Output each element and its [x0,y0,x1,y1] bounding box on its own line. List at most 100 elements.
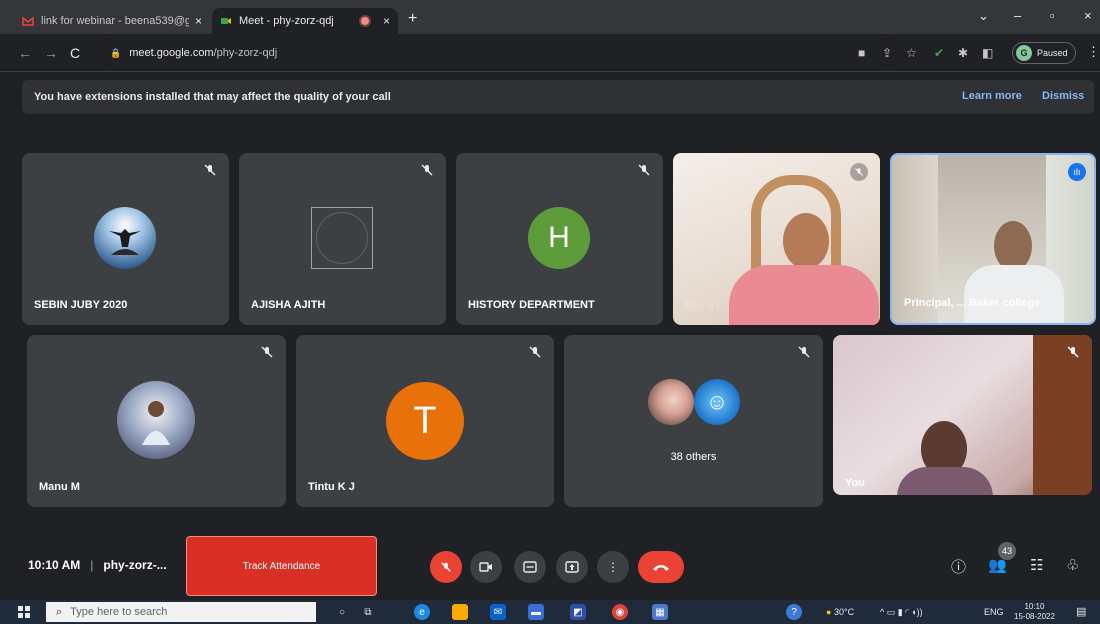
present-screen-button[interactable] [556,551,588,583]
others-tile[interactable]: ☺ 38 others [564,335,823,507]
speaking-indicator-icon: ılı [1068,163,1086,181]
address-bar[interactable]: 🔒 meet.google.com /phy-zorz-qdj [98,39,898,67]
leave-call-button[interactable] [638,551,684,583]
taskbar-search-input[interactable]: ⌕ Type here to search [46,602,316,622]
extensions-puzzle-icon[interactable]: ✱ [958,46,968,60]
participant-shirt [729,265,879,325]
avatar [316,212,368,264]
participant-tile[interactable]: SEBIN JUBY 2020 [22,153,229,325]
tab-close-icon[interactable]: × [195,14,202,28]
smiley-avatar-icon: ☺ [694,379,740,425]
mic-off-icon [797,345,811,359]
mic-off-icon [441,562,451,572]
dismiss-button[interactable]: Dismiss [1042,90,1084,102]
meeting-details: 10:10 AM | phy-zorz-... [28,558,167,572]
help-icon[interactable]: ? [786,604,802,620]
tab-webinar-email[interactable]: link for webinar - beena539@gm × [14,8,210,34]
windows-start-icon[interactable] [18,606,30,618]
profile-status: Paused [1037,48,1068,58]
participant-video-tile[interactable]: Biju S I [673,153,880,325]
participant-tile[interactable]: T Tintu K J [296,335,554,507]
close-window-button[interactable]: × [1084,8,1092,23]
back-arrow-icon[interactable]: ← [18,45,32,61]
participant-name: HISTORY DEPARTMENT [468,299,595,311]
new-tab-button[interactable]: + [408,10,417,28]
participant-name: You [845,477,865,489]
camera-toggle[interactable] [470,551,502,583]
mail-icon[interactable]: ✉ [490,604,506,620]
end-call-icon [653,565,669,571]
self-video-tile[interactable]: You [833,335,1092,495]
clock-date: 15-08-2022 [1014,612,1055,621]
meeting-info-icon[interactable]: ⓘ [951,556,966,577]
person-silhouette-icon [109,229,141,255]
app-icon[interactable]: ▬ [528,604,544,620]
share-icon[interactable]: ⇪ [882,46,892,60]
participant-tile[interactable]: Manu M [27,335,286,507]
mic-off-icon [260,345,274,359]
captions-button[interactable] [514,551,546,583]
cortana-icon[interactable]: ○ [334,604,350,620]
reload-icon[interactable]: C [70,45,80,61]
profile-button[interactable]: G Paused [1012,42,1076,64]
divider: | [90,558,94,572]
app-icon[interactable]: ◩ [570,604,586,620]
bookmark-star-icon[interactable]: ☆ [906,46,917,60]
tab-meet[interactable]: Meet - phy-zorz-qdj × [212,8,398,34]
mic-off-icon [637,163,651,177]
activities-icon[interactable]: ♧ [1066,556,1079,574]
chat-icon[interactable]: ☷ [1030,556,1043,574]
participant-tile[interactable]: AJISHA AJITH [239,153,446,325]
tab-title: Meet - phy-zorz-qdj [239,15,334,27]
avatar [94,207,156,269]
learn-more-link[interactable]: Learn more [962,90,1022,102]
avatar-initial: H [528,207,590,269]
lock-icon: 🔒 [110,47,122,58]
task-view-icon[interactable]: ⧉ [360,604,376,620]
track-attendance-button[interactable]: Track Attendance [186,536,377,596]
language-indicator[interactable]: ENG [984,607,1004,617]
file-explorer-icon[interactable] [452,604,468,620]
app-icon[interactable]: ▦ [652,604,668,620]
camera-in-use-icon[interactable]: ■ [858,46,865,60]
side-panel-icon[interactable]: ◧ [982,46,993,60]
chrome-icon[interactable]: ◉ [612,604,628,620]
mic-off-icon [420,163,434,177]
taskbar-clock[interactable]: 10:10 15-08-2022 [1014,602,1055,622]
url-path: /phy-zorz-qdj [213,47,278,59]
windows-taskbar: ⌕ Type here to search ○ ⧉ e ✉ ▬ ◩ ◉ ▦ ? … [0,600,1100,624]
participant-video-tile[interactable]: ılı Principal, ... Baker college [890,153,1096,325]
search-icon: ⌕ [56,605,63,618]
edge-icon[interactable]: e [414,604,430,620]
weather-widget[interactable]: ● 30°C [826,607,854,617]
avatar: G [1016,45,1032,61]
minimize-button[interactable]: – [1014,8,1021,23]
maximize-button[interactable]: ▫ [1050,8,1055,23]
gmail-icon [22,16,34,26]
participant-shirt [897,467,993,495]
video-camera-icon [479,562,492,572]
browser-menu-icon[interactable]: ⋮ [1087,44,1100,60]
participant-tile[interactable]: H HISTORY DEPARTMENT [456,153,663,325]
tab-title: link for webinar - beena539@gm [41,15,189,27]
tab-search-chevron-icon[interactable]: ⌄ [978,8,989,24]
mic-off-icon [528,345,542,359]
participant-name: Tintu K J [308,481,355,493]
mic-off-icon [203,163,217,177]
participant-shirt [964,265,1064,323]
notifications-icon[interactable]: ▤ [1076,605,1086,618]
clock-time: 10:10 [1024,602,1045,611]
microphone-toggle[interactable] [430,551,462,583]
avatar [117,381,195,459]
forward-arrow-icon[interactable]: → [44,45,58,61]
tab-close-icon[interactable]: × [383,14,390,28]
more-vert-icon: ⋮ [607,560,619,574]
more-options-button[interactable]: ⋮ [597,551,629,583]
extension-check-icon[interactable]: ✔ [934,46,944,60]
url-host: meet.google.com [129,47,214,59]
tray-icons[interactable]: ^ ▭ ▮ ◜ ◖)) [880,607,923,618]
participant-face [783,213,829,269]
search-placeholder: Type here to search [70,606,168,618]
present-screen-icon [565,561,579,573]
people-count-badge: 43 [998,542,1016,560]
